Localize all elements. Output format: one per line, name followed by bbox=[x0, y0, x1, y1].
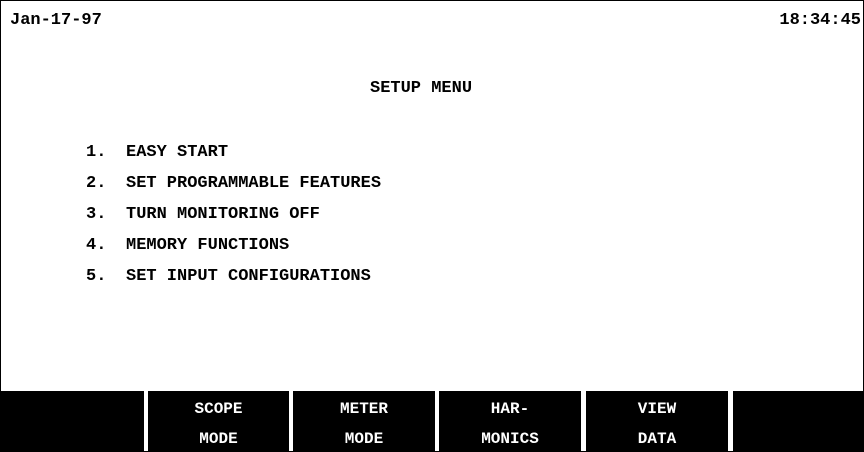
menu-item-easy-start[interactable]: 1. EASY START bbox=[86, 143, 381, 163]
menu-item-label: TURN MONITORING OFF bbox=[126, 205, 320, 224]
menu-item-number: 3. bbox=[86, 205, 107, 224]
menu-item-turn-monitoring-off[interactable]: 3. TURN MONITORING OFF bbox=[86, 205, 381, 225]
menu-item-label: SET INPUT CONFIGURATIONS bbox=[126, 267, 371, 286]
softkey-label-line1: METER bbox=[339, 400, 388, 418]
view-data-button[interactable]: VIEW DATA bbox=[586, 391, 728, 451]
clock-display: 18:34:45 bbox=[779, 11, 861, 30]
menu-item-set-input-configurations[interactable]: 5. SET INPUT CONFIGURATIONS bbox=[86, 267, 381, 287]
menu-item-label: SET PROGRAMMABLE FEATURES bbox=[126, 174, 382, 193]
softkey-label-line2: MONICS bbox=[481, 430, 539, 448]
menu-item-number: 4. bbox=[86, 236, 107, 255]
date-display: Jan-17-97 bbox=[10, 11, 102, 30]
softkey-bar: SCOPE MODE METER MODE HAR- MONICS VIEW D… bbox=[1, 391, 863, 451]
softkey-1-blank[interactable] bbox=[1, 391, 144, 451]
harmonics-button[interactable]: HAR- MONICS bbox=[439, 391, 581, 451]
instrument-screen: Jan-17-97 18:34:45 SETUP MENU 1. EASY STA… bbox=[0, 0, 864, 452]
softkey-label-line2: MODE bbox=[344, 430, 384, 448]
softkey-label-line1: HAR- bbox=[490, 400, 530, 418]
scope-mode-button[interactable]: SCOPE MODE bbox=[148, 391, 289, 451]
menu-item-label: MEMORY FUNCTIONS bbox=[126, 236, 290, 255]
menu-item-number: 5. bbox=[86, 267, 107, 286]
meter-mode-button[interactable]: METER MODE bbox=[293, 391, 435, 451]
menu-item-number: 2. bbox=[86, 174, 107, 193]
softkey-label-line2: MODE bbox=[199, 430, 238, 448]
softkey-label-line1: SCOPE bbox=[194, 400, 243, 418]
menu-item-number: 1. bbox=[86, 143, 107, 162]
menu-item-set-programmable-features[interactable]: 2. SET PROGRAMMABLE FEATURES bbox=[86, 174, 381, 194]
setup-menu-list: 1. EASY START 2. SET PROGRAMMABLE FEATURES… bbox=[86, 143, 381, 298]
page-title: SETUP MENU bbox=[370, 79, 473, 98]
menu-item-memory-functions[interactable]: 4. MEMORY FUNCTIONS bbox=[86, 236, 381, 256]
softkey-label-line2: DATA bbox=[637, 430, 677, 448]
menu-item-label: EASY START bbox=[126, 143, 229, 162]
softkey-6-blank[interactable] bbox=[733, 391, 863, 451]
softkey-label-line1: VIEW bbox=[637, 400, 677, 418]
status-bar: Jan-17-97 18:34:45 bbox=[1, 1, 863, 35]
